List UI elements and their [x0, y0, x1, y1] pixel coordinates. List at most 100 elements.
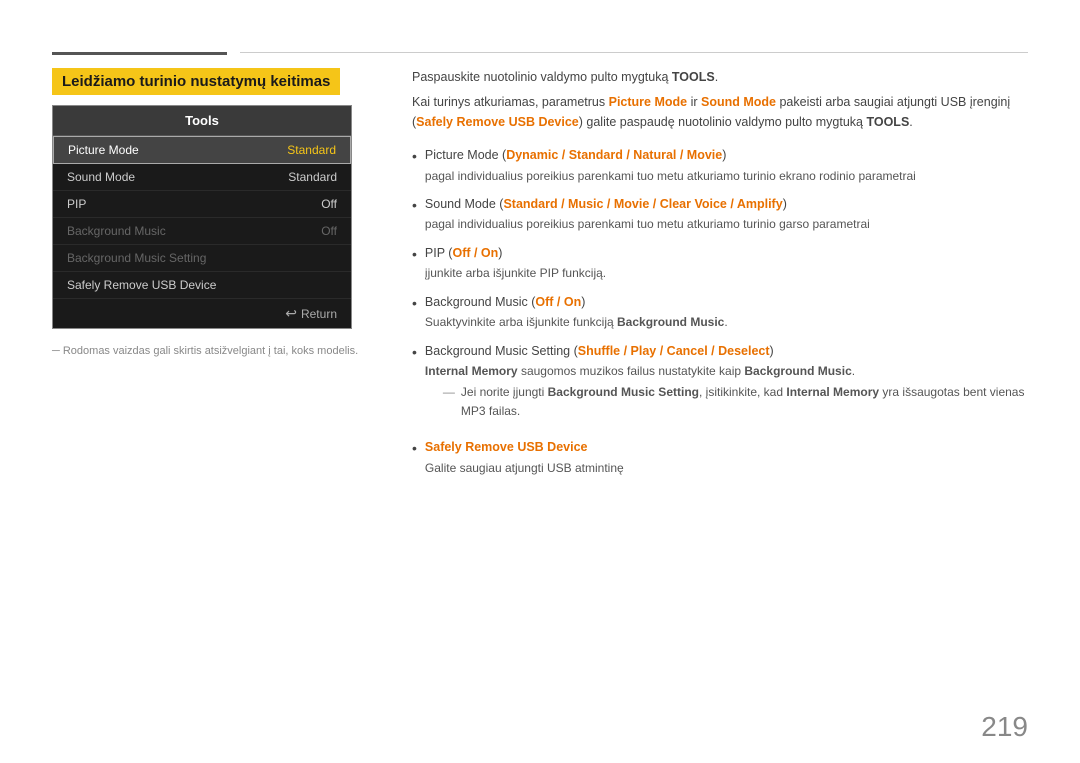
note-line: — Jei norite įjungti Background Music Se… [425, 383, 1028, 420]
bullet-content: Background Music (Off / On) Suaktyvinkit… [425, 293, 1028, 332]
bg-music-setting-label: Background Music Setting [67, 251, 206, 265]
intro2-end: ) galite paspaudę nuotolinio valdymo pul… [579, 115, 867, 129]
return-label: Return [301, 307, 337, 321]
bg-music-label: Background Music [67, 224, 166, 238]
note-dash: — [443, 383, 455, 402]
list-item: • Sound Mode (Standard / Music / Movie /… [412, 195, 1028, 234]
list-item: • Background Music (Off / On) Suaktyvink… [412, 293, 1028, 332]
bullet1-before: Picture Mode ( [425, 148, 506, 162]
intro-paragraph-1: Paspauskite nuotolinio valdymo pulto myg… [412, 68, 1028, 87]
page-number: 219 [981, 711, 1028, 743]
bullet1-bold: Dynamic / Standard / Natural / Movie [506, 148, 722, 162]
bullet2-after: ) [783, 197, 787, 211]
intro2-bold2: Sound Mode [701, 95, 776, 109]
tools-item-safely-remove[interactable]: Safely Remove USB Device [53, 272, 351, 299]
bg-music-setting-ref: Background Music [744, 364, 851, 378]
sound-mode-label: Sound Mode [67, 170, 135, 184]
bullet5-before: Background Music Setting ( [425, 344, 578, 358]
bullet-sub: pagal individualius poreikius parenkami … [425, 215, 1028, 234]
bullet-title: PIP (Off / On) [425, 244, 1028, 263]
bullet3-bold: Off / On [452, 246, 498, 260]
bullet-title: Picture Mode (Dynamic / Standard / Natur… [425, 146, 1028, 165]
picture-mode-label: Picture Mode [68, 143, 139, 157]
bullet4-after: ) [581, 295, 585, 309]
bullet-sub: Galite saugiau atjungti USB atmintinę [425, 459, 1028, 478]
bg-music-sub-before: Suaktyvinkite arba išjunkite funkciją [425, 315, 617, 329]
bullet-content: Background Music Setting (Shuffle / Play… [425, 342, 1028, 428]
left-column: Leidžiamo turinio nustatymų keitimas Too… [52, 68, 372, 711]
bg-music-value: Off [321, 224, 337, 238]
bullet-content: Sound Mode (Standard / Music / Movie / C… [425, 195, 1028, 234]
bg-setting-sub-part2: saugomos muzikos failus nustatykite kaip [518, 364, 745, 378]
intro1-text: Paspauskite nuotolinio valdymo pulto myg… [412, 70, 672, 84]
safely-remove-label: Safely Remove USB Device [67, 278, 216, 292]
note-bold2: Internal Memory [786, 385, 879, 399]
bullet-title: Background Music (Off / On) [425, 293, 1028, 312]
tools-header: Tools [53, 106, 351, 136]
main-content: Leidžiamo turinio nustatymų keitimas Too… [52, 68, 1028, 711]
bullet2-before: Sound Mode ( [425, 197, 504, 211]
intro2-link: Safely Remove USB Device [416, 115, 579, 129]
internal-memory-label: Internal Memory [425, 364, 518, 378]
intro2-middle: ir [687, 95, 701, 109]
bullet4-before: Background Music ( [425, 295, 535, 309]
bg-music-sub-after: . [724, 315, 727, 329]
intro1-bold: TOOLS [672, 70, 715, 84]
bullet-dot: • [412, 196, 417, 216]
top-line-left [52, 52, 227, 55]
bullet4-bold: Off / On [535, 295, 581, 309]
bullet3-after: ) [498, 246, 502, 260]
tools-footer: ↩ Return [53, 299, 351, 328]
tools-item-sound-mode[interactable]: Sound Mode Standard [53, 164, 351, 191]
right-column: Paspauskite nuotolinio valdymo pulto myg… [412, 68, 1028, 711]
bullet2-bold: Standard / Music / Movie / Clear Voice /… [503, 197, 782, 211]
bullet-list: • Picture Mode (Dynamic / Standard / Nat… [412, 146, 1028, 477]
return-arrow-icon: ↩ [285, 305, 297, 322]
bullet-title: Sound Mode (Standard / Music / Movie / C… [425, 195, 1028, 214]
bullet1-after: ) [722, 148, 726, 162]
list-item: • Safely Remove USB Device Galite saugia… [412, 438, 1028, 477]
pip-value: Off [321, 197, 337, 211]
list-item: • PIP (Off / On) įjunkite arba išjunkite… [412, 244, 1028, 283]
bullet3-before: PIP ( [425, 246, 453, 260]
bullet-sub: įjunkite arba išjunkite PIP funkciją. [425, 264, 1028, 283]
footnote: Rodomas vaizdas gali skirtis atsižvelgia… [52, 345, 372, 357]
page-title: Leidžiamo turinio nustatymų keitimas [52, 68, 340, 95]
tools-menu: Tools Picture Mode Standard Sound Mode S… [52, 105, 352, 329]
intro2-end-bold: TOOLS [866, 115, 909, 129]
top-line-right [240, 52, 1028, 53]
intro2-bold1: Picture Mode [609, 95, 688, 109]
tools-item-bg-music[interactable]: Background Music Off [53, 218, 351, 245]
bullet5-bold: Shuffle / Play / Cancel / Deselect [578, 344, 770, 358]
tools-item-pip[interactable]: PIP Off [53, 191, 351, 218]
intro2-dot: . [909, 115, 912, 129]
bullet-content: Picture Mode (Dynamic / Standard / Natur… [425, 146, 1028, 185]
bullet-title: Background Music Setting (Shuffle / Play… [425, 342, 1028, 361]
bullet-dot: • [412, 343, 417, 363]
note-text: Jei norite įjungti Background Music Sett… [461, 383, 1028, 420]
tools-item-bg-music-setting[interactable]: Background Music Setting [53, 245, 351, 272]
bullet-sub: pagal individualius poreikius parenkami … [425, 167, 1028, 186]
tools-item-picture-mode[interactable]: Picture Mode Standard [53, 136, 351, 164]
bullet-sub: Internal Memory saugomos muzikos failus … [425, 362, 1028, 381]
list-item: • Background Music Setting (Shuffle / Pl… [412, 342, 1028, 428]
note-middle: , įsitikinkite, kad [699, 385, 786, 399]
intro-paragraph-2: Kai turinys atkuriamas, parametrus Pictu… [412, 93, 1028, 132]
safely-remove-title: Safely Remove USB Device [425, 440, 588, 454]
bullet-title: Safely Remove USB Device [425, 438, 1028, 457]
bullet-dot: • [412, 439, 417, 459]
picture-mode-value: Standard [287, 143, 336, 157]
note-before: Jei norite įjungti [461, 385, 548, 399]
bullet-dot: • [412, 147, 417, 167]
intro2-before: Kai turinys atkuriamas, parametrus [412, 95, 609, 109]
bullet-content: Safely Remove USB Device Galite saugiau … [425, 438, 1028, 477]
bullet-dot: • [412, 294, 417, 314]
bullet-content: PIP (Off / On) įjunkite arba išjunkite P… [425, 244, 1028, 283]
bullet5-after: ) [770, 344, 774, 358]
pip-label: PIP [67, 197, 86, 211]
bullet-sub: Suaktyvinkite arba išjunkite funkciją Ba… [425, 313, 1028, 332]
bg-music-sub-bold: Background Music [617, 315, 724, 329]
sound-mode-value: Standard [288, 170, 337, 184]
bullet-dot: • [412, 245, 417, 265]
note-bold1: Background Music Setting [548, 385, 699, 399]
